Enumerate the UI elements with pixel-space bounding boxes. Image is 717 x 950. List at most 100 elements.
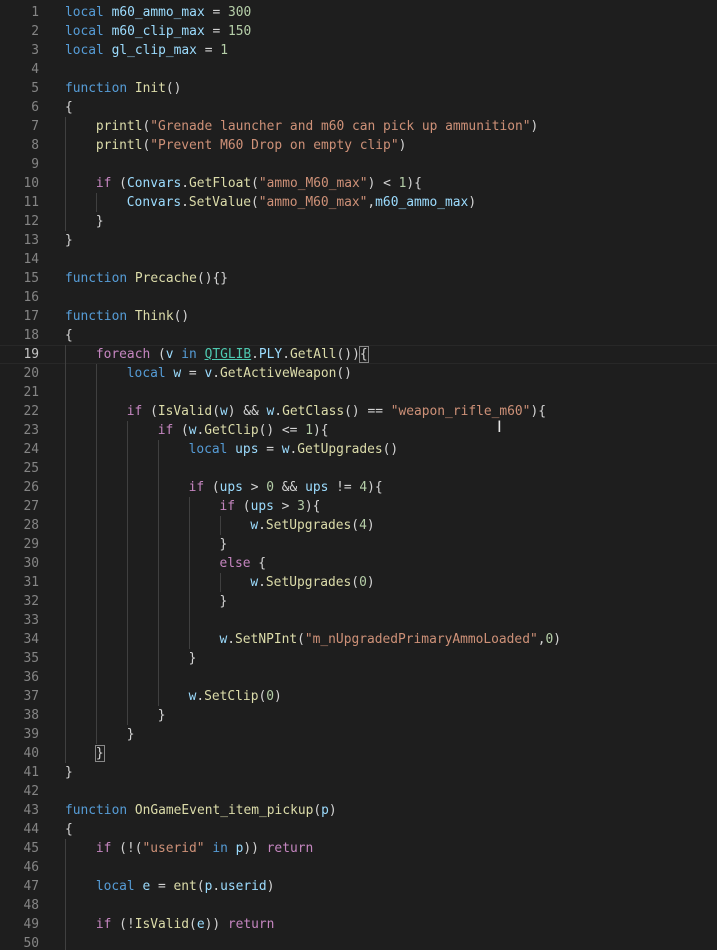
- code-line[interactable]: 27 if (ups > 3){: [0, 497, 717, 516]
- code-token: (: [111, 176, 127, 191]
- code-line[interactable]: 36: [0, 668, 717, 687]
- line-number: 32: [23, 594, 39, 609]
- code-line[interactable]: 21: [0, 383, 717, 402]
- code-line[interactable]: 38}: [0, 706, 717, 725]
- code-line[interactable]: 5 function Init(): [0, 79, 717, 98]
- code-line[interactable]: 14: [0, 250, 717, 269]
- code-line[interactable]: 23 if (w.GetClip() <= 1){: [0, 421, 717, 440]
- code-line[interactable]: 39}: [0, 725, 717, 744]
- code-token: (: [235, 499, 251, 514]
- code-token: =: [258, 442, 282, 457]
- code-line[interactable]: 15 function Precache(){}: [0, 269, 717, 288]
- code-line[interactable]: 29}: [0, 535, 717, 554]
- code-line[interactable]: 42: [0, 782, 717, 801]
- code-token: {: [250, 556, 267, 571]
- code-text: local m60_clip_max = 150: [65, 22, 251, 41]
- code-line[interactable]: 31 w.SetUpgrades(0): [0, 573, 717, 592]
- line-number: 1: [31, 5, 39, 20]
- code-token: w: [281, 442, 290, 457]
- code-text: printl("Grenade launcher and m60 can pic…: [96, 117, 538, 136]
- indent-guide: [219, 516, 221, 535]
- code-text: }: [65, 763, 73, 782]
- line-number: 38: [23, 708, 39, 723]
- code-line[interactable]: 19 foreach (v in QTGLIB.PLY.GetAll()){: [0, 345, 717, 364]
- code-token: IsValid: [157, 404, 213, 419]
- line-number: 36: [23, 670, 39, 685]
- line-number: 24: [23, 442, 39, 457]
- code-token: ): [366, 518, 375, 533]
- code-text: }: [220, 535, 228, 554]
- code-token: (!: [111, 917, 135, 932]
- code-token: if: [126, 404, 143, 419]
- code-text: function Think(): [65, 307, 189, 326]
- code-token: =: [196, 43, 221, 58]
- code-line[interactable]: 28 w.SetUpgrades(4): [0, 516, 717, 535]
- code-line[interactable]: 22 if (IsValid(w) && w.GetClass() == "wea…: [0, 402, 717, 421]
- code-line[interactable]: 4: [0, 60, 717, 79]
- code-line[interactable]: 7 printl("Grenade launcher and m60 can pi…: [0, 117, 717, 136]
- code-line[interactable]: 12}: [0, 212, 717, 231]
- code-line[interactable]: 35}: [0, 649, 717, 668]
- code-line[interactable]: 40}: [0, 744, 717, 763]
- code-token: local: [65, 43, 104, 58]
- code-token: =: [150, 879, 174, 894]
- code-token: .: [181, 195, 189, 210]
- code-line[interactable]: 9: [0, 155, 717, 174]
- code-token: (){}: [196, 271, 228, 286]
- code-line[interactable]: 48: [0, 896, 717, 915]
- code-line[interactable]: 17 function Think(): [0, 307, 717, 326]
- line-number: 20: [23, 366, 39, 381]
- indent-guide: [95, 364, 97, 744]
- code-line[interactable]: 8 printl("Prevent M60 Drop on empty clip"…: [0, 136, 717, 155]
- code-line[interactable]: 44 {: [0, 820, 717, 839]
- code-token: (: [313, 803, 322, 818]
- code-line[interactable]: 16: [0, 288, 717, 307]
- code-token: return: [266, 841, 314, 856]
- code-line[interactable]: 24 local ups = w.GetUpgrades(): [0, 440, 717, 459]
- code-line[interactable]: 1 local m60_ammo_max = 300: [0, 3, 717, 22]
- line-number: 10: [23, 176, 39, 191]
- code-token: printl: [95, 138, 143, 153]
- code-token: (: [189, 917, 197, 932]
- line-number: 37: [23, 689, 39, 704]
- code-text: else {: [220, 554, 267, 573]
- code-line[interactable]: 13}: [0, 231, 717, 250]
- line-number: 7: [31, 119, 39, 134]
- code-token: "ammo_M60_max": [258, 176, 368, 191]
- code-line[interactable]: 26 if (ups > 0 && ups != 4){: [0, 478, 717, 497]
- code-line[interactable]: 20 local w = v.GetActiveWeapon(): [0, 364, 717, 383]
- code-line[interactable]: 30 else {: [0, 554, 717, 573]
- line-number: 21: [23, 385, 39, 400]
- code-token: (): [336, 366, 352, 381]
- code-line[interactable]: 43 function OnGameEvent_item_pickup(p): [0, 801, 717, 820]
- code-line[interactable]: 2 local m60_clip_max = 150: [0, 22, 717, 41]
- code-token: =: [204, 24, 229, 39]
- code-token: Think: [134, 309, 174, 324]
- code-line[interactable]: 34 w.SetNPInt("m_nUpgradedPrimaryAmmoLoad…: [0, 630, 717, 649]
- code-token: SetClip: [204, 689, 259, 704]
- code-token: if: [219, 499, 236, 514]
- code-line[interactable]: 49 if (!IsValid(e)) return: [0, 915, 717, 934]
- code-line[interactable]: 50: [0, 934, 717, 950]
- code-line[interactable]: 45 if (!("userid" in p)) return: [0, 839, 717, 858]
- code-line[interactable]: 18 {: [0, 326, 717, 345]
- code-line[interactable]: 46: [0, 858, 717, 877]
- code-token: Convars: [126, 195, 182, 210]
- code-token: ups: [250, 499, 274, 514]
- code-text: printl("Prevent M60 Drop on empty clip"): [96, 136, 406, 155]
- code-text: }: [127, 725, 135, 744]
- code-line[interactable]: 3 local gl_clip_max = 1: [0, 41, 717, 60]
- code-editor[interactable]: 1 local m60_ammo_max = 300 2 local m60_clip…: [0, 0, 717, 950]
- code-line[interactable]: 32}: [0, 592, 717, 611]
- code-line[interactable]: 11 Convars.SetValue("ammo_M60_max",m60_am…: [0, 193, 717, 212]
- line-number: 28: [23, 518, 39, 533]
- code-line[interactable]: 41}: [0, 763, 717, 782]
- code-line[interactable]: 10 if (Convars.GetFloat("ammo_M60_max") <…: [0, 174, 717, 193]
- code-token: ent: [173, 879, 197, 894]
- code-line[interactable]: 37 w.SetClip(0): [0, 687, 717, 706]
- code-line[interactable]: 25: [0, 459, 717, 478]
- code-text: if (!("userid" in p)) return: [96, 839, 313, 858]
- code-line[interactable]: 33: [0, 611, 717, 630]
- code-line[interactable]: 47 local e = ent(p.userid): [0, 877, 717, 896]
- code-line[interactable]: 6{: [0, 98, 717, 117]
